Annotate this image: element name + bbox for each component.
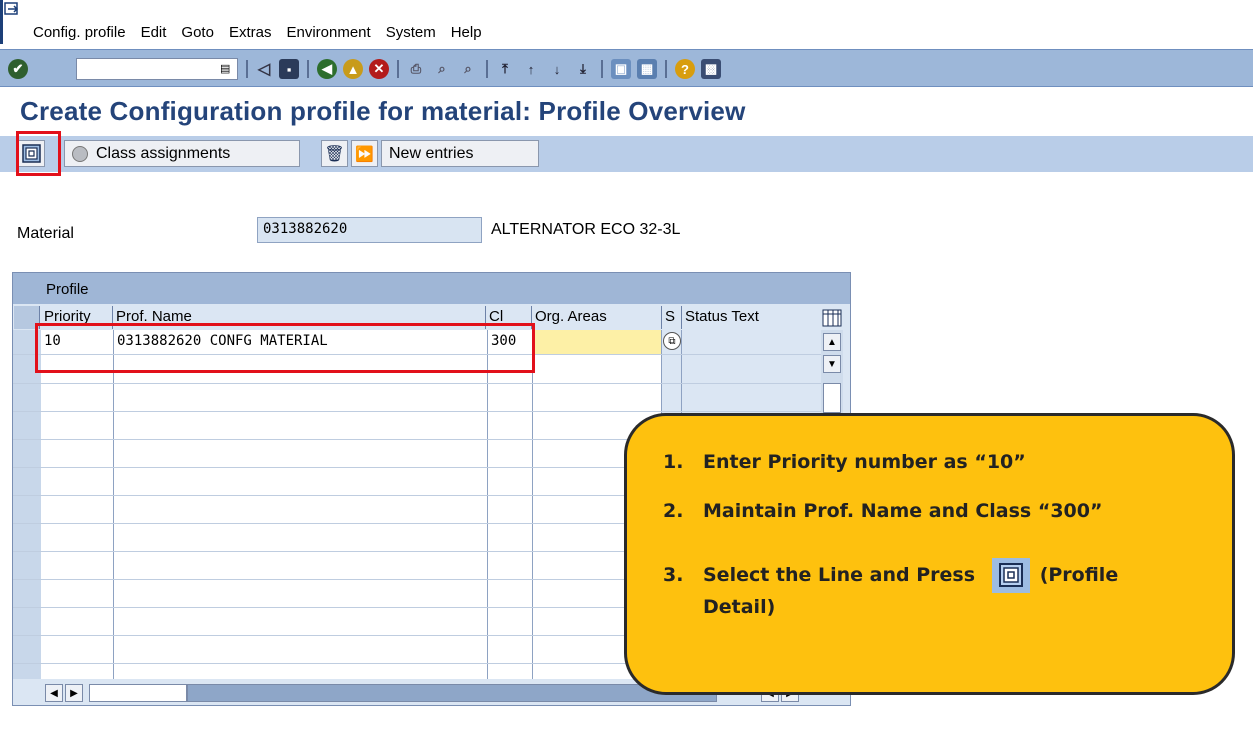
material-field[interactable]: 0313882620	[257, 217, 482, 243]
step-3: 3. Select the Line and Press (Profile Det…	[663, 558, 1204, 622]
find-next-icon[interactable]: ⌕	[458, 59, 478, 79]
command-history-icon[interactable]: ▤	[220, 62, 230, 75]
hscroll-track[interactable]	[187, 684, 717, 702]
class-assignments-label: Class assignments	[96, 144, 231, 162]
status-detail-icon[interactable]: ⧉	[663, 332, 681, 350]
material-description: ALTERNATOR ECO 32-3L	[491, 221, 681, 238]
find-icon[interactable]: ⌕	[432, 59, 452, 79]
menu-help[interactable]: Help	[451, 24, 482, 41]
enter-icon[interactable]: ✔	[8, 59, 28, 79]
new-entries-label: New entries	[389, 144, 474, 162]
exit-icon[interactable]: ▲	[343, 59, 363, 79]
scroll-up-icon[interactable]: ▲	[823, 333, 841, 351]
scroll-left-icon[interactable]: ◀	[45, 684, 63, 702]
next-page-icon[interactable]: ↓	[547, 59, 567, 79]
menu-goto[interactable]: Goto	[181, 24, 214, 41]
menu-edit[interactable]: Edit	[141, 24, 167, 41]
menu-bar: Config. profile Edit Goto Extras Environ…	[0, 0, 1253, 44]
menu-config-profile[interactable]: Config. profile	[33, 24, 126, 41]
cancel-icon[interactable]: ✕	[369, 59, 389, 79]
scroll-down-icon[interactable]: ▼	[823, 355, 841, 373]
save-icon[interactable]: ▪	[279, 59, 299, 79]
last-page-icon[interactable]: ⤓	[573, 59, 593, 79]
back-icon[interactable]: ◀	[317, 59, 337, 79]
layout-icon[interactable]: ▩	[701, 59, 721, 79]
status-text-cell	[683, 330, 821, 354]
command-field[interactable]	[76, 58, 238, 80]
step-1: 1. Enter Priority number as “10”	[663, 451, 1026, 473]
standard-toolbar: ✔ ▤ ◁ ▪ ◀ ▲ ✕ ⎙ ⌕ ⌕ ⤒ ↑ ↓ ⤓ ▣ ▦ ? ▩	[0, 49, 1253, 87]
print-icon[interactable]: ⎙	[406, 59, 426, 79]
org-areas-cell[interactable]	[533, 330, 661, 354]
application-toolbar: Class assignments 🗑 ⏩ New entries	[0, 136, 1253, 172]
prev-page-icon[interactable]: ↑	[521, 59, 541, 79]
header-status-text[interactable]: Status Text	[682, 306, 816, 329]
instruction-callout: 1. Enter Priority number as “10” 2. Mainta…	[624, 413, 1235, 695]
window-edge	[0, 0, 3, 44]
step-2: 2. Maintain Prof. Name and Class “300”	[663, 500, 1103, 522]
new-entries-button[interactable]: New entries	[381, 140, 539, 167]
material-label: Material	[17, 225, 74, 242]
shortcut-icon[interactable]: ▦	[637, 59, 657, 79]
scroll-thumb[interactable]	[823, 383, 841, 413]
menu-environment[interactable]: Environment	[286, 24, 370, 41]
highlight-row	[35, 323, 535, 373]
class-assignments-button[interactable]: Class assignments	[64, 140, 300, 167]
header-s[interactable]: S	[662, 306, 682, 329]
menu-extras[interactable]: Extras	[229, 24, 272, 41]
delete-button[interactable]: 🗑	[321, 140, 348, 167]
other-object-button[interactable]: ⏩	[351, 140, 378, 167]
header-org-areas[interactable]: Org. Areas	[532, 306, 662, 329]
hscroll-thumb[interactable]	[89, 684, 187, 702]
help-icon[interactable]: ?	[675, 59, 695, 79]
highlight-profile-detail	[16, 131, 61, 176]
menu-system[interactable]: System	[386, 24, 436, 41]
page-title: Create Configuration profile for materia…	[20, 96, 746, 126]
column-settings-icon[interactable]	[819, 306, 845, 329]
menu-arrow-icon[interactable]	[4, 2, 20, 16]
profile-detail-icon	[991, 558, 1030, 593]
table-caption: Profile	[13, 273, 850, 304]
scroll-right-icon[interactable]: ▶	[65, 684, 83, 702]
triangle-left-icon[interactable]: ◁	[254, 59, 274, 79]
new-session-icon[interactable]: ▣	[611, 59, 631, 79]
disabled-circle-icon	[72, 145, 88, 162]
other-object-icon: ⏩	[355, 145, 374, 163]
first-page-icon[interactable]: ⤒	[495, 59, 515, 79]
trash-icon: 🗑	[324, 145, 345, 163]
